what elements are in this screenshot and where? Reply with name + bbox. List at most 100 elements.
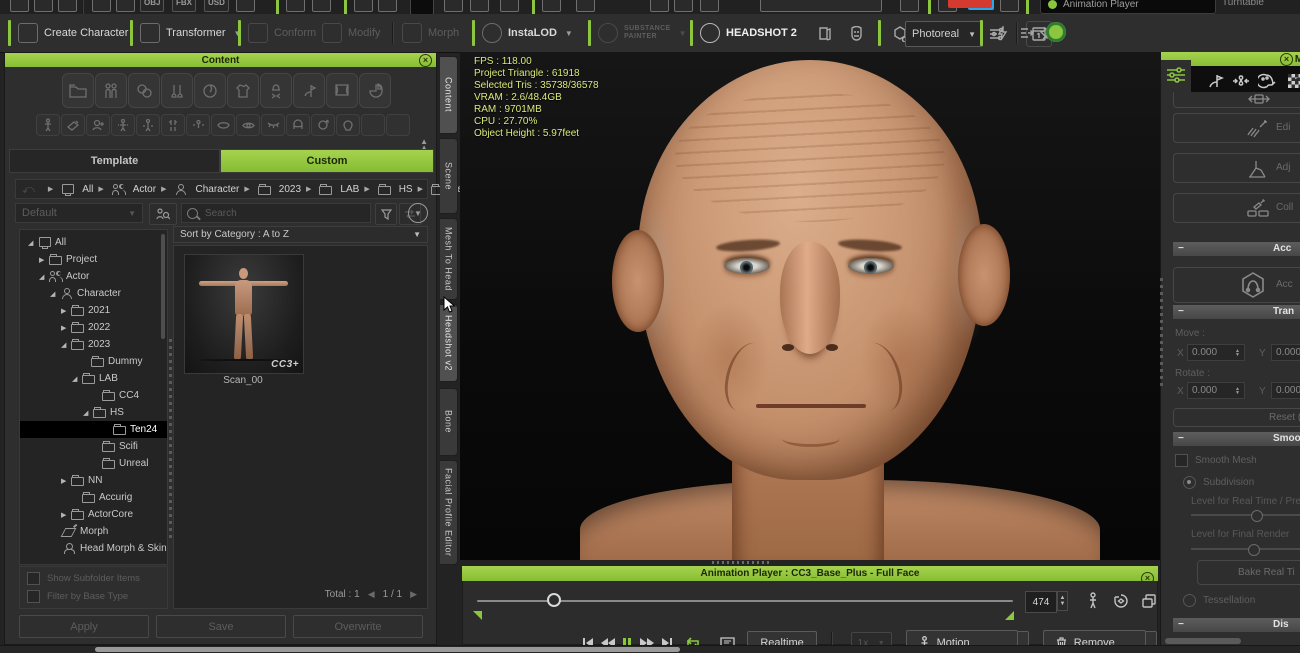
modify-button[interactable]: Modify: [322, 14, 380, 52]
tab-custom[interactable]: Custom: [220, 149, 434, 173]
tessellation-radio[interactable]: Tessellation: [1183, 594, 1255, 607]
eye-options-icon[interactable]: [650, 0, 669, 12]
hair-category-icon[interactable]: [194, 73, 226, 108]
filter-funnel-icon[interactable]: [375, 203, 397, 225]
mini-figure-icon[interactable]: [1081, 589, 1105, 613]
save-button[interactable]: Save: [156, 615, 286, 638]
side-tab-scene[interactable]: Scene: [440, 138, 458, 214]
move-y-input[interactable]: 0.000▲▼: [1271, 344, 1300, 361]
timeline-end-marker[interactable]: [1005, 611, 1014, 620]
timeline-start-marker[interactable]: [473, 611, 482, 620]
content-panel-header[interactable]: Content ×: [5, 53, 436, 67]
skeleton-icon[interactable]: [36, 114, 60, 136]
tree-item-head-morph-skin[interactable]: Head Morph & Skin: [20, 540, 167, 557]
conform-button[interactable]: Conform: [248, 14, 316, 52]
morph-slider-icon[interactable]: [61, 114, 85, 136]
tree-item-cc4[interactable]: CC4: [20, 387, 167, 404]
makeup-category-icon[interactable]: [161, 73, 193, 108]
animation-player-header[interactable]: Animation Player : CC3_Base_Plus - Full …: [462, 566, 1158, 581]
import-usd-button[interactable]: USD: [204, 0, 229, 12]
scene-category-icon[interactable]: [326, 73, 358, 108]
bake-realtime-button[interactable]: Bake Real Ti: [1197, 560, 1300, 585]
move-tool-icon[interactable]: [900, 0, 919, 12]
tree-item-dummy[interactable]: Dummy: [20, 353, 167, 370]
character-category-icon[interactable]: [95, 73, 127, 108]
cloth-category-icon[interactable]: [227, 73, 259, 108]
section-transform[interactable]: −Tran: [1173, 305, 1300, 319]
timeline-handle[interactable]: [547, 593, 561, 607]
tree-resize-handle[interactable]: [169, 339, 172, 539]
tree-item-scifi[interactable]: Scifi: [20, 438, 167, 455]
tab-template[interactable]: Template: [9, 149, 220, 173]
tab-conform-icon[interactable]: [1229, 69, 1253, 93]
avatar-tool-icon[interactable]: [542, 0, 561, 12]
section-smooth[interactable]: −Smoo: [1173, 432, 1300, 446]
tree-item-project[interactable]: ▶Project: [20, 251, 167, 268]
sort-select[interactable]: Sort by Category : A to Z▼: [173, 226, 428, 243]
skin-category-icon[interactable]: [128, 73, 160, 108]
lightning-icon[interactable]: [990, 21, 1014, 45]
import-obj-button[interactable]: OBJ: [140, 0, 164, 12]
subdivision-radio[interactable]: Subdivision: [1183, 476, 1254, 489]
breadcrumb-item[interactable]: ▶HS: [361, 184, 412, 195]
mouth-icon[interactable]: [211, 114, 235, 136]
tree-item-accurig[interactable]: Accurig: [20, 489, 167, 506]
breadcrumb-back-icon[interactable]: ⤺: [22, 182, 35, 197]
limbs-icon[interactable]: [161, 114, 185, 136]
frame-number-input[interactable]: 474: [1025, 591, 1057, 613]
breadcrumb-item[interactable]: ▶2023: [241, 184, 301, 195]
head-add-icon[interactable]: [86, 114, 110, 136]
gizmo-icon[interactable]: [500, 0, 519, 12]
accurig-button[interactable]: Acc: [1173, 267, 1300, 303]
eye-icon[interactable]: [236, 114, 260, 136]
smooth-mesh-checkbox[interactable]: Smooth Mesh: [1175, 454, 1257, 467]
figure-arrows-icon[interactable]: [186, 114, 210, 136]
undo-icon[interactable]: [354, 0, 373, 12]
tree-item-unreal[interactable]: Unreal: [20, 455, 167, 472]
prev-page-icon[interactable]: ◀: [368, 589, 375, 600]
item-thumbnail[interactable]: CC3+: [184, 254, 304, 374]
download-icon[interactable]: [576, 0, 595, 12]
select-tool-icon[interactable]: [410, 0, 434, 15]
player-drag-handle[interactable]: [712, 561, 772, 564]
tree-item-lab[interactable]: ◢LAB: [20, 370, 167, 387]
link-icon[interactable]: [286, 0, 305, 12]
tree-item-2023[interactable]: ◢2023: [20, 336, 167, 353]
frame-spinner[interactable]: ▲▼: [1057, 591, 1068, 611]
tree-item-2021[interactable]: ▶2021: [20, 302, 167, 319]
camera-orbit-icon[interactable]: [1109, 589, 1133, 613]
mask-icon[interactable]: [844, 21, 868, 45]
show-subfolder-checkbox[interactable]: Show Subfolder Items: [27, 572, 167, 585]
modify-close-icon[interactable]: ×: [1280, 53, 1293, 66]
tree-item-all[interactable]: ◢All: [20, 234, 167, 251]
layers-icon[interactable]: [1137, 589, 1161, 613]
tab-texture-icon[interactable]: [1283, 69, 1300, 93]
headshot2-button[interactable]: HEADSHOT 2: [700, 14, 797, 52]
tree-item-actor[interactable]: ◢Actor: [20, 268, 167, 285]
breadcrumb-item[interactable]: ▶Character: [158, 184, 239, 195]
side-tab-headshot-v2[interactable]: Headshot v2: [440, 304, 458, 382]
rotate-x-input[interactable]: 0.000▲▼: [1187, 382, 1245, 399]
filter-basetype-checkbox[interactable]: Filter by Base Type: [27, 590, 167, 603]
tree-item-2022[interactable]: ▶2022: [20, 319, 167, 336]
turntable-toggle[interactable]: Turntable: [1222, 0, 1264, 8]
transformer-button[interactable]: Transformer▼: [140, 14, 241, 52]
body-scale-icon[interactable]: [136, 114, 160, 136]
create-character-button[interactable]: Create Character: [18, 14, 128, 52]
record-strip-icon[interactable]: [948, 0, 992, 8]
pages-icon[interactable]: [812, 21, 836, 45]
new-project-icon[interactable]: [10, 0, 29, 12]
select-mode-icon[interactable]: [444, 0, 463, 12]
camera-options-icon[interactable]: [674, 0, 693, 12]
unlink-icon[interactable]: [312, 0, 331, 12]
preview-options-icon[interactable]: [700, 0, 719, 12]
modify-resize-handle[interactable]: [1160, 278, 1163, 388]
adjust-pose-button[interactable]: Adj: [1173, 153, 1300, 183]
tab-material-icon[interactable]: [1255, 69, 1279, 93]
expand-filter-icon[interactable]: ▼: [408, 203, 428, 223]
render-style-select[interactable]: Photoreal▼: [905, 21, 983, 47]
collect-button[interactable]: Coll: [1173, 193, 1300, 223]
import-ic-icon[interactable]: [92, 0, 111, 12]
edit-mesh-button[interactable]: Edi: [1173, 113, 1300, 143]
open-project-icon[interactable]: [34, 0, 53, 12]
